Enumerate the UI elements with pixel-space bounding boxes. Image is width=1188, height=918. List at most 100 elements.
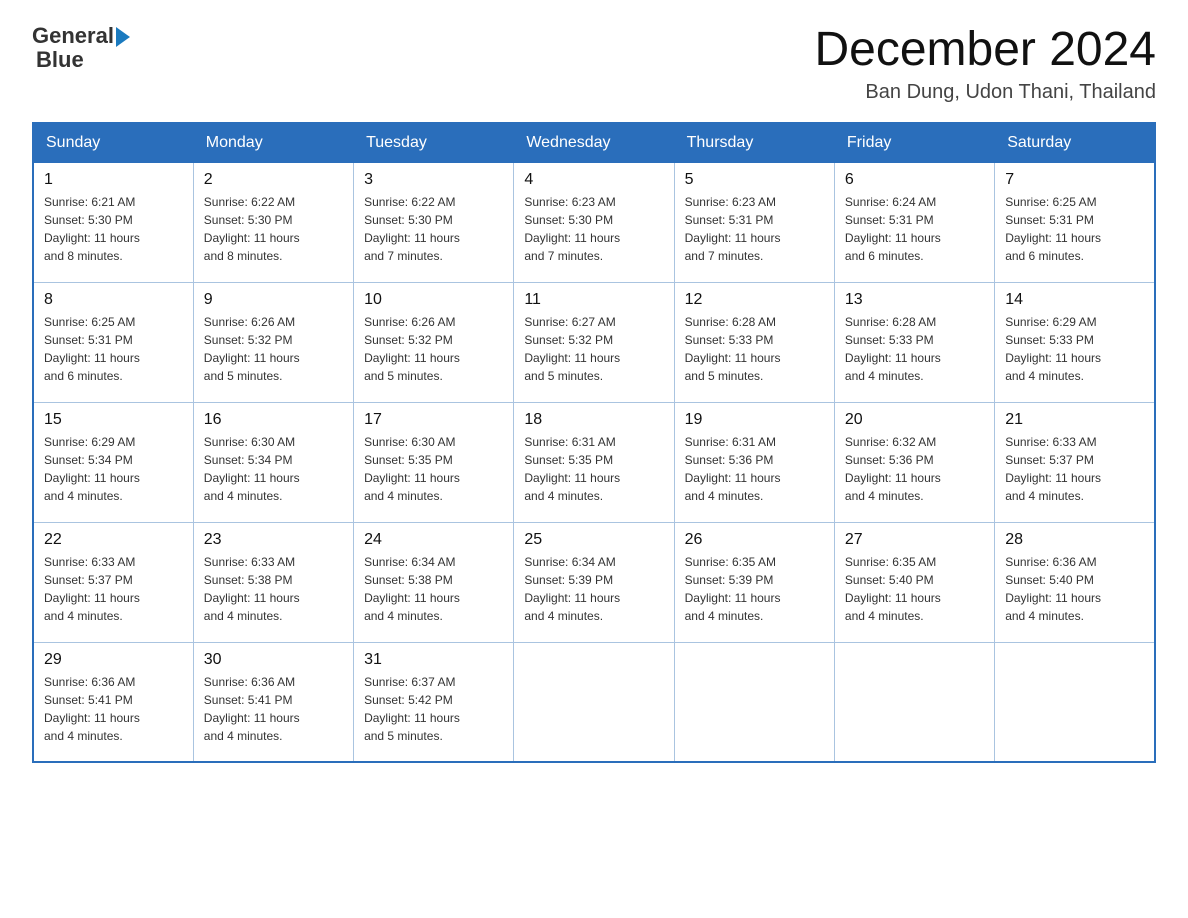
day-info: Sunrise: 6:24 AMSunset: 5:31 PMDaylight:…	[845, 193, 984, 265]
day-cell-23: 23Sunrise: 6:33 AMSunset: 5:38 PMDayligh…	[193, 522, 353, 642]
day-cell-3: 3 Sunrise: 6:22 AMSunset: 5:30 PMDaylight…	[354, 162, 514, 282]
day-number: 24	[364, 531, 503, 549]
week-row-5: 29 Sunrise: 6:36 AMSunset: 5:41 PMDayligh…	[33, 642, 1155, 762]
day-info: Sunrise: 6:36 AMSunset: 5:41 PMDaylight:…	[204, 673, 343, 745]
day-cell-15: 15Sunrise: 6:29 AMSunset: 5:34 PMDayligh…	[33, 402, 193, 522]
day-info: Sunrise: 6:35 AMSunset: 5:39 PMDaylight:…	[685, 553, 824, 625]
col-monday: Monday	[193, 123, 353, 163]
day-info: Sunrise: 6:32 AMSunset: 5:36 PMDaylight:…	[845, 433, 984, 505]
day-info: Sunrise: 6:27 AMSunset: 5:32 PMDaylight:…	[524, 313, 663, 385]
week-row-2: 8 Sunrise: 6:25 AMSunset: 5:31 PMDaylight…	[33, 282, 1155, 402]
day-cell-30: 30 Sunrise: 6:36 AMSunset: 5:41 PMDayligh…	[193, 642, 353, 762]
day-number: 8	[44, 291, 183, 309]
day-cell-17: 17 Sunrise: 6:30 AMSunset: 5:35 PMDayligh…	[354, 402, 514, 522]
day-number: 9	[204, 291, 343, 309]
page-subtitle: Ban Dung, Udon Thani, Thailand	[814, 81, 1156, 104]
day-number: 2	[204, 171, 343, 189]
day-cell-28: 28 Sunrise: 6:36 AMSunset: 5:40 PMDayligh…	[995, 522, 1155, 642]
day-number: 22	[44, 531, 183, 549]
logo-text-general: General	[32, 24, 114, 48]
day-cell-25: 25 Sunrise: 6:34 AMSunset: 5:39 PMDayligh…	[514, 522, 674, 642]
day-info: Sunrise: 6:35 AMSunset: 5:40 PMDaylight:…	[845, 553, 984, 625]
day-number: 11	[524, 291, 663, 309]
day-cell-4: 4Sunrise: 6:23 AMSunset: 5:30 PMDaylight…	[514, 162, 674, 282]
day-cell-19: 19Sunrise: 6:31 AMSunset: 5:36 PMDayligh…	[674, 402, 834, 522]
day-cell-7: 7 Sunrise: 6:25 AMSunset: 5:31 PMDaylight…	[995, 162, 1155, 282]
day-cell-8: 8 Sunrise: 6:25 AMSunset: 5:31 PMDaylight…	[33, 282, 193, 402]
day-info: Sunrise: 6:34 AMSunset: 5:39 PMDaylight:…	[524, 553, 663, 625]
day-info: Sunrise: 6:26 AMSunset: 5:32 PMDaylight:…	[364, 313, 503, 385]
day-number: 25	[524, 531, 663, 549]
col-tuesday: Tuesday	[354, 123, 514, 163]
day-number: 3	[364, 171, 503, 189]
calendar-header-row: Sunday Monday Tuesday Wednesday Thursday…	[33, 123, 1155, 163]
day-cell-2: 2 Sunrise: 6:22 AMSunset: 5:30 PMDaylight…	[193, 162, 353, 282]
day-cell-26: 26 Sunrise: 6:35 AMSunset: 5:39 PMDayligh…	[674, 522, 834, 642]
day-cell-24: 24 Sunrise: 6:34 AMSunset: 5:38 PMDayligh…	[354, 522, 514, 642]
day-number: 10	[364, 291, 503, 309]
logo-arrow-icon	[116, 27, 130, 47]
empty-cell	[674, 642, 834, 762]
day-number: 28	[1005, 531, 1144, 549]
week-row-3: 15Sunrise: 6:29 AMSunset: 5:34 PMDayligh…	[33, 402, 1155, 522]
day-number: 7	[1005, 171, 1144, 189]
day-number: 26	[685, 531, 824, 549]
logo-text-blue: Blue	[36, 47, 84, 72]
day-info: Sunrise: 6:28 AMSunset: 5:33 PMDaylight:…	[845, 313, 984, 385]
day-cell-9: 9 Sunrise: 6:26 AMSunset: 5:32 PMDaylight…	[193, 282, 353, 402]
day-cell-21: 21 Sunrise: 6:33 AMSunset: 5:37 PMDayligh…	[995, 402, 1155, 522]
day-info: Sunrise: 6:33 AMSunset: 5:37 PMDaylight:…	[1005, 433, 1144, 505]
col-sunday: Sunday	[33, 123, 193, 163]
day-number: 4	[524, 171, 663, 189]
day-info: Sunrise: 6:22 AMSunset: 5:30 PMDaylight:…	[364, 193, 503, 265]
day-cell-18: 18Sunrise: 6:31 AMSunset: 5:35 PMDayligh…	[514, 402, 674, 522]
day-info: Sunrise: 6:37 AMSunset: 5:42 PMDaylight:…	[364, 673, 503, 745]
day-number: 30	[204, 651, 343, 669]
day-number: 5	[685, 171, 824, 189]
day-cell-22: 22Sunrise: 6:33 AMSunset: 5:37 PMDayligh…	[33, 522, 193, 642]
day-number: 29	[44, 651, 183, 669]
empty-cell	[995, 642, 1155, 762]
day-info: Sunrise: 6:30 AMSunset: 5:35 PMDaylight:…	[364, 433, 503, 505]
col-wednesday: Wednesday	[514, 123, 674, 163]
day-number: 27	[845, 531, 984, 549]
day-cell-27: 27 Sunrise: 6:35 AMSunset: 5:40 PMDayligh…	[834, 522, 994, 642]
col-friday: Friday	[834, 123, 994, 163]
day-number: 1	[44, 171, 183, 189]
page-title: December 2024	[814, 24, 1156, 77]
day-cell-5: 5Sunrise: 6:23 AMSunset: 5:31 PMDaylight…	[674, 162, 834, 282]
day-info: Sunrise: 6:25 AMSunset: 5:31 PMDaylight:…	[44, 313, 183, 385]
col-thursday: Thursday	[674, 123, 834, 163]
day-number: 19	[685, 411, 824, 429]
day-cell-6: 6 Sunrise: 6:24 AMSunset: 5:31 PMDaylight…	[834, 162, 994, 282]
day-number: 13	[845, 291, 984, 309]
page-header: General Blue December 2024 Ban Dung, Udo…	[32, 24, 1156, 104]
calendar-table: Sunday Monday Tuesday Wednesday Thursday…	[32, 122, 1156, 764]
day-number: 17	[364, 411, 503, 429]
col-saturday: Saturday	[995, 123, 1155, 163]
day-number: 15	[44, 411, 183, 429]
day-cell-10: 10 Sunrise: 6:26 AMSunset: 5:32 PMDayligh…	[354, 282, 514, 402]
day-info: Sunrise: 6:29 AMSunset: 5:33 PMDaylight:…	[1005, 313, 1144, 385]
day-cell-16: 16Sunrise: 6:30 AMSunset: 5:34 PMDayligh…	[193, 402, 353, 522]
day-info: Sunrise: 6:25 AMSunset: 5:31 PMDaylight:…	[1005, 193, 1144, 265]
day-number: 6	[845, 171, 984, 189]
day-number: 21	[1005, 411, 1144, 429]
day-info: Sunrise: 6:36 AMSunset: 5:40 PMDaylight:…	[1005, 553, 1144, 625]
day-cell-13: 13 Sunrise: 6:28 AMSunset: 5:33 PMDayligh…	[834, 282, 994, 402]
day-cell-12: 12Sunrise: 6:28 AMSunset: 5:33 PMDayligh…	[674, 282, 834, 402]
day-number: 12	[685, 291, 824, 309]
day-info: Sunrise: 6:26 AMSunset: 5:32 PMDaylight:…	[204, 313, 343, 385]
day-cell-29: 29Sunrise: 6:36 AMSunset: 5:41 PMDayligh…	[33, 642, 193, 762]
day-number: 23	[204, 531, 343, 549]
day-number: 18	[524, 411, 663, 429]
day-cell-1: 1Sunrise: 6:21 AMSunset: 5:30 PMDaylight…	[33, 162, 193, 282]
day-cell-20: 20Sunrise: 6:32 AMSunset: 5:36 PMDayligh…	[834, 402, 994, 522]
week-row-1: 1Sunrise: 6:21 AMSunset: 5:30 PMDaylight…	[33, 162, 1155, 282]
day-info: Sunrise: 6:34 AMSunset: 5:38 PMDaylight:…	[364, 553, 503, 625]
day-cell-14: 14Sunrise: 6:29 AMSunset: 5:33 PMDayligh…	[995, 282, 1155, 402]
day-info: Sunrise: 6:30 AMSunset: 5:34 PMDaylight:…	[204, 433, 343, 505]
week-row-4: 22Sunrise: 6:33 AMSunset: 5:37 PMDayligh…	[33, 522, 1155, 642]
title-area: December 2024 Ban Dung, Udon Thani, Thai…	[814, 24, 1156, 104]
day-info: Sunrise: 6:22 AMSunset: 5:30 PMDaylight:…	[204, 193, 343, 265]
